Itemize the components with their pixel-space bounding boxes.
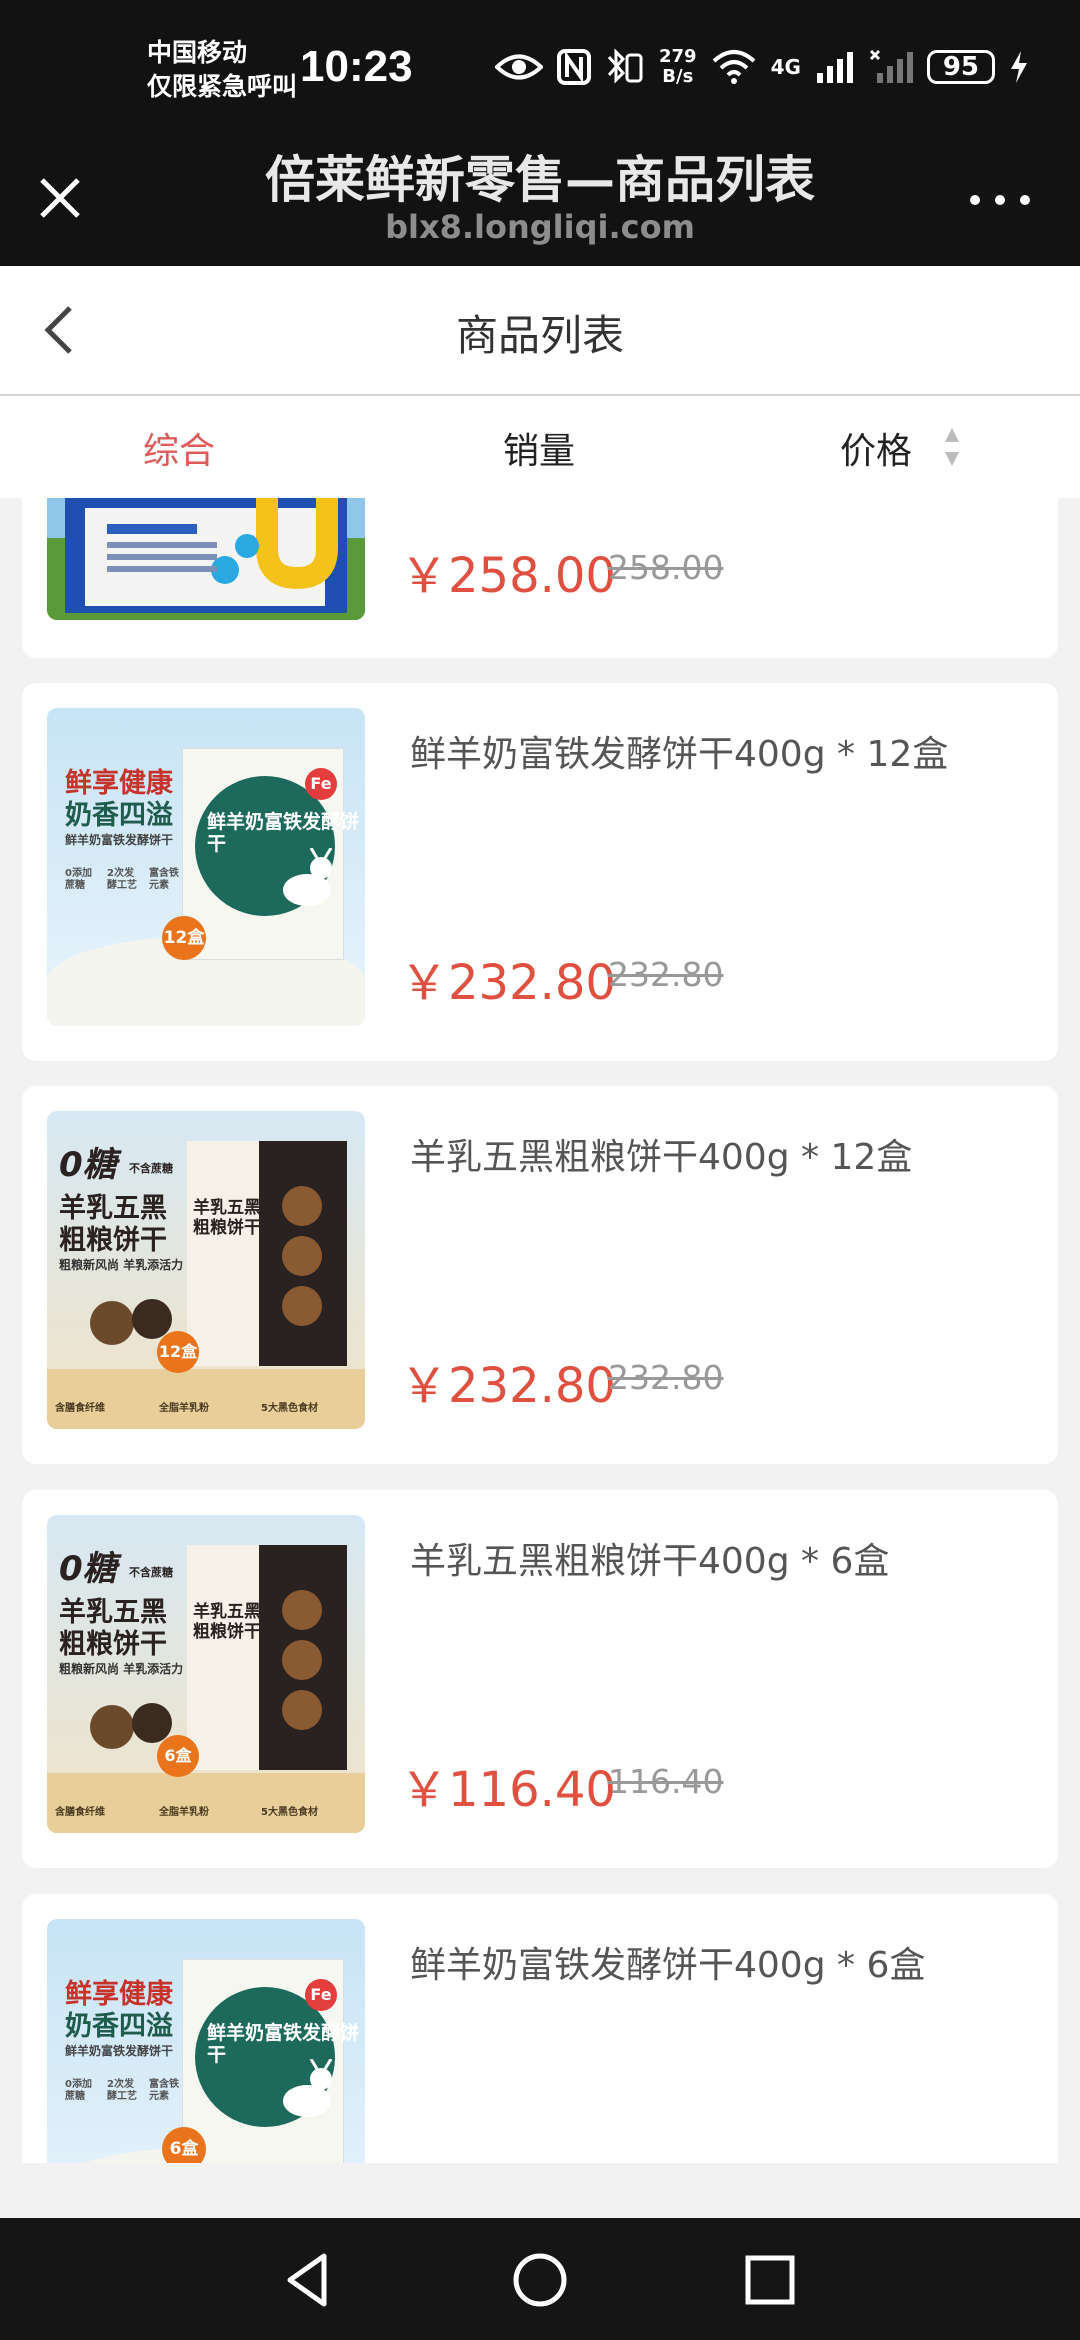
box-title: 羊乳五黑粗粮饼干 xyxy=(193,1198,261,1238)
goat-feature-1: 0添加蔗糖 xyxy=(65,868,92,891)
sort-arrows-icon[interactable] xyxy=(942,424,962,470)
quantity-badge: 12盒 xyxy=(162,916,206,960)
grain-feature-1: 含膳食纤维 xyxy=(55,1403,105,1414)
status-bar: 中国移动 仅限紧急呼叫 10:23 279 B/s 4G 95 xyxy=(0,0,1080,120)
quantity-badge: 12盒 xyxy=(157,1331,199,1373)
product-name[interactable]: 鲜羊奶富铁发酵饼干400g * 6盒 xyxy=(410,1936,925,1988)
goat-slogan-1: 鲜享健康 xyxy=(65,768,173,799)
home-circle-icon[interactable] xyxy=(508,2248,572,2312)
product-name[interactable]: 羊乳五黑粗粮饼干400g * 6盒 xyxy=(410,1532,889,1584)
fe-badge: Fe xyxy=(305,1979,337,2011)
zero-sugar-label: 0糖 xyxy=(59,1145,117,1185)
webview-title: 倍莱鲜新零售—商品列表 xyxy=(265,151,815,209)
tab-price[interactable]: 价格 xyxy=(840,422,912,474)
signal-icon xyxy=(816,52,853,83)
goat-illustration xyxy=(283,848,333,906)
page-header: 商品列表 xyxy=(0,266,1080,396)
biscuit-stack-illustration xyxy=(282,1186,322,1326)
net-speed-unit: B/s xyxy=(662,66,694,87)
goat-subtitle: 鲜羊奶富铁发酵饼干 xyxy=(65,833,174,847)
carrier-info: 中国移动 仅限紧急呼叫 xyxy=(147,36,297,104)
product-price: ￥258.00 xyxy=(400,548,616,604)
webview-url: blx8.longliqi.com xyxy=(385,208,695,246)
product-card[interactable]: 鲜羊奶富铁发酵饼干 Fe 鲜享健康 奶香四溢 鲜羊奶富铁发酵饼干 0添加蔗糖 2… xyxy=(22,1894,1058,2163)
product-price: ￥116.40 xyxy=(400,1762,616,1818)
product-card[interactable]: 羊乳五黑粗粮饼干 0糖 不含蔗糖 羊乳五黑 粗粮饼干 粗粮新风尚 羊乳添活力 含… xyxy=(22,1490,1058,1868)
goat-feature-3: 富含铁元素 xyxy=(149,868,179,891)
tab-sales[interactable]: 销量 xyxy=(503,422,575,474)
grain-subtitle: 粗粮新风尚 羊乳添活力 xyxy=(59,1662,184,1676)
product-name[interactable]: 鲜羊奶富铁发酵饼干400g * 12盒 xyxy=(410,725,948,777)
goat-feature-2: 2次发酵工艺 xyxy=(107,2079,137,2102)
zero-sugar-label: 0糖 xyxy=(59,1549,117,1589)
nfc-icon xyxy=(557,49,591,85)
goat-slogan-1: 鲜享健康 xyxy=(65,1979,173,2010)
goat-slogan-2: 奶香四溢 xyxy=(65,800,173,831)
goat-feature-2: 2次发酵工艺 xyxy=(107,868,137,891)
biscuit-stack-illustration xyxy=(282,1590,322,1730)
carrier-name: 中国移动 xyxy=(147,38,248,67)
page-title: 商品列表 xyxy=(455,311,624,360)
product-card[interactable]: 羊乳五黑粗粮饼干 0糖 不含蔗糖 羊乳五黑 粗粮饼干 粗粮新风尚 羊乳添活力 含… xyxy=(22,1086,1058,1464)
grain-feature-3: 5大黑色食材 xyxy=(261,1403,318,1414)
product-card[interactable]: ￥258.00 258.00 xyxy=(22,498,1058,658)
grain-feature-1: 含膳食纤维 xyxy=(55,1807,105,1818)
grain-slogan-2: 粗粮饼干 xyxy=(59,1629,167,1660)
product-image-goat-milk-biscuit[interactable]: 鲜羊奶富铁发酵饼干 Fe 鲜享健康 奶香四溢 鲜羊奶富铁发酵饼干 0添加蔗糖 2… xyxy=(47,1919,365,2163)
product-card[interactable]: 鲜羊奶富铁发酵饼干 Fe 鲜享健康 奶香四溢 鲜羊奶富铁发酵饼干 0添加蔗糖 2… xyxy=(22,683,1058,1061)
goat-subtitle: 鲜羊奶富铁发酵饼干 xyxy=(65,2044,174,2058)
battery-icon: 95 xyxy=(926,50,995,84)
zero-sugar-sub: 不含蔗糖 xyxy=(129,1566,173,1579)
product-image-goat-milk-biscuit[interactable]: 鲜羊奶富铁发酵饼干 Fe 鲜享健康 奶香四溢 鲜羊奶富铁发酵饼干 0添加蔗糖 2… xyxy=(47,708,365,1026)
milk-powder-box-image xyxy=(47,498,365,620)
recents-square-icon[interactable] xyxy=(738,2248,802,2312)
status-icons: 279 B/s 4G 95 xyxy=(495,44,1029,90)
fe-badge: Fe xyxy=(305,768,337,800)
eye-icon xyxy=(495,54,543,80)
quantity-badge: 6盒 xyxy=(162,2127,206,2163)
product-price: ￥232.80 xyxy=(400,955,616,1011)
product-list: ￥258.00 258.00 鲜羊奶富铁发酵饼干 Fe 鲜享健康 奶香四溢 鲜羊… xyxy=(0,498,1080,2163)
grain-slogan-1: 羊乳五黑 xyxy=(59,1597,167,1628)
box-title: 羊乳五黑粗粮饼干 xyxy=(193,1602,261,1642)
product-image-five-black-biscuit[interactable]: 羊乳五黑粗粮饼干 0糖 不含蔗糖 羊乳五黑 粗粮饼干 粗粮新风尚 羊乳添活力 含… xyxy=(47,1111,365,1429)
system-nav-bar xyxy=(0,2218,1080,2340)
grain-feature-3: 5大黑色食材 xyxy=(261,1807,318,1818)
more-icon[interactable] xyxy=(965,180,1035,220)
net-speed-value: 279 xyxy=(659,46,697,67)
webview-header: 倍莱鲜新零售—商品列表 blx8.longliqi.com xyxy=(0,120,1080,266)
grain-slogan-1: 羊乳五黑 xyxy=(59,1193,167,1224)
zero-sugar-sub: 不含蔗糖 xyxy=(129,1162,173,1175)
goat-feature-3: 富含铁元素 xyxy=(149,2079,179,2102)
product-original-price: 116.40 xyxy=(608,1762,724,1801)
product-image-milk-powder[interactable] xyxy=(47,498,365,620)
grain-slogan-2: 粗粮饼干 xyxy=(59,1225,167,1256)
quantity-badge: 6盒 xyxy=(157,1735,199,1777)
charging-icon xyxy=(1010,51,1027,83)
product-image-five-black-biscuit[interactable]: 羊乳五黑粗粮饼干 0糖 不含蔗糖 羊乳五黑 粗粮饼干 粗粮新风尚 羊乳添活力 含… xyxy=(47,1515,365,1833)
goat-slogan-2: 奶香四溢 xyxy=(65,2011,173,2042)
goat-feature-1: 0添加蔗糖 xyxy=(65,2079,92,2102)
product-original-price: 232.80 xyxy=(608,955,724,994)
grain-feature-2: 全脂羊乳粉 xyxy=(159,1807,209,1818)
sort-bar: 综合 销量 价格 xyxy=(0,396,1080,499)
product-original-price: 258.00 xyxy=(608,548,724,587)
grain-feature-2: 全脂羊乳粉 xyxy=(159,1403,209,1414)
back-triangle-icon[interactable] xyxy=(276,2248,340,2312)
product-price: ￥232.80 xyxy=(400,1358,616,1414)
product-name[interactable]: 羊乳五黑粗粮饼干400g * 12盒 xyxy=(410,1128,912,1180)
grain-subtitle: 粗粮新风尚 羊乳添活力 xyxy=(59,1258,184,1272)
signal-no-sim-icon xyxy=(869,49,913,83)
carrier-status: 仅限紧急呼叫 xyxy=(147,72,298,101)
wifi-icon xyxy=(712,50,755,84)
bluetooth-vibrate-icon xyxy=(607,48,643,84)
clock: 10:23 xyxy=(300,42,413,91)
tab-comprehensive[interactable]: 综合 xyxy=(143,422,215,474)
net-speed: 279 B/s xyxy=(659,47,697,87)
goat-illustration xyxy=(283,2059,333,2117)
product-original-price: 232.80 xyxy=(608,1358,724,1397)
network-type: 4G xyxy=(770,55,801,79)
